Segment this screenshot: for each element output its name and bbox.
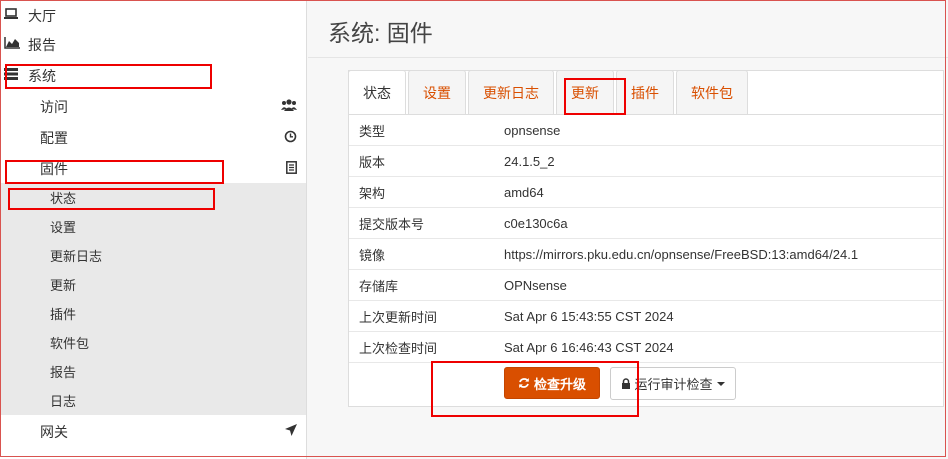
tab-plugins[interactable]: 插件 xyxy=(616,70,674,114)
sidebar-subitem-settings[interactable]: 设置 xyxy=(0,212,306,241)
sidebar-subitem-changelog-label: 更新日志 xyxy=(50,249,103,264)
run-audit-button[interactable]: 运行审计检查 xyxy=(610,367,736,400)
table-row: 上次检查时间 Sat Apr 6 16:46:43 CST 2024 xyxy=(349,331,943,363)
title-divider xyxy=(308,57,948,58)
row-value: c0e130c6a xyxy=(504,207,943,239)
row-value: 24.1.5_2 xyxy=(504,145,943,177)
lock-icon xyxy=(621,378,631,389)
sidebar-item-gateways-label: 网关 xyxy=(40,423,68,440)
sidebar-subitem-status[interactable]: 状态 xyxy=(0,183,306,212)
sidebar-item-firmware[interactable]: 固件 xyxy=(0,153,306,184)
sidebar-subitem-status-label: 状态 xyxy=(50,191,77,206)
row-key: 上次更新时间 xyxy=(349,300,504,332)
table-row: 类型 opnsense xyxy=(349,115,943,146)
row-key: 镜像 xyxy=(349,238,504,270)
firmware-tabs: 状态 设置 更新日志 更新 插件 软件包 xyxy=(348,70,750,115)
sidebar-item-access-label: 访问 xyxy=(40,98,68,115)
page-title: 系统: 固件 xyxy=(328,20,433,46)
nav-lobby-label: 大厅 xyxy=(28,7,56,24)
table-row: 版本 24.1.5_2 xyxy=(349,145,943,177)
row-value: Sat Apr 6 15:43:55 CST 2024 xyxy=(504,300,943,332)
refresh-icon xyxy=(518,377,530,389)
nav-reporting[interactable]: 报告 xyxy=(0,29,306,60)
tab-changelog[interactable]: 更新日志 xyxy=(468,70,554,114)
main-content: 系统: 固件 状态 设置 更新日志 更新 插件 软件包 类型 opnsense 版… xyxy=(308,0,948,459)
nav-system[interactable]: 系统 xyxy=(0,60,306,91)
run-audit-label: 运行审计检查 xyxy=(634,377,713,392)
tab-status[interactable]: 状态 xyxy=(348,70,406,115)
row-key: 上次检查时间 xyxy=(349,331,504,363)
sidebar-subitem-log-label: 日志 xyxy=(50,394,77,409)
status-table: 类型 opnsense 版本 24.1.5_2 架构 amd64 提交版本号 c0e13… xyxy=(349,115,943,363)
area-chart-icon xyxy=(4,37,22,52)
sidebar: 大厅 报告 系统 访问 配置 固件 状态 设置 更新日志 更新 插件 软件包 报 xyxy=(0,0,307,459)
sidebar-item-firmware-label: 固件 xyxy=(40,160,68,177)
row-key: 架构 xyxy=(349,176,504,208)
server-icon xyxy=(4,68,22,83)
table-row: 镜像 https://mirrors.pku.edu.cn/opnsense/Fr… xyxy=(349,238,943,270)
users-icon xyxy=(281,99,297,114)
laptop-icon xyxy=(4,8,22,23)
row-key: 类型 xyxy=(349,115,504,146)
sidebar-subitem-plugins-label: 插件 xyxy=(50,307,77,322)
tab-updates[interactable]: 更新 xyxy=(556,70,614,114)
nav-system-label: 系统 xyxy=(28,67,56,84)
nav-reporting-label: 报告 xyxy=(28,36,56,53)
sidebar-item-access[interactable]: 访问 xyxy=(0,91,306,122)
row-value: opnsense xyxy=(504,115,943,146)
tab-settings[interactable]: 设置 xyxy=(408,70,466,114)
tab-packages[interactable]: 软件包 xyxy=(676,70,748,114)
sidebar-subitem-reporting-label: 报告 xyxy=(50,365,77,380)
row-key: 存储库 xyxy=(349,269,504,301)
row-value: OPNsense xyxy=(504,269,943,301)
row-value: Sat Apr 6 16:46:43 CST 2024 xyxy=(504,331,943,363)
sidebar-subitem-changelog[interactable]: 更新日志 xyxy=(0,241,306,270)
row-key: 版本 xyxy=(349,145,504,177)
check-upgrade-button[interactable]: 检查升级 xyxy=(504,367,600,399)
row-value: https://mirrors.pku.edu.cn/opnsense/Free… xyxy=(504,238,943,270)
sidebar-subitem-packages-label: 软件包 xyxy=(50,336,90,351)
sidebar-subitem-plugins[interactable]: 插件 xyxy=(0,299,306,328)
sidebar-item-configuration-label: 配置 xyxy=(40,129,68,146)
sidebar-subitem-updates-label: 更新 xyxy=(50,278,77,293)
table-row: 上次更新时间 Sat Apr 6 15:43:55 CST 2024 xyxy=(349,300,943,332)
sidebar-subitem-settings-label: 设置 xyxy=(50,220,77,235)
table-row: 存储库 OPNsense xyxy=(349,269,943,301)
row-key: 提交版本号 xyxy=(349,207,504,239)
sidebar-subitem-packages[interactable]: 软件包 xyxy=(0,328,306,357)
sidebar-item-gateways[interactable]: 网关 xyxy=(0,416,306,447)
sidebar-subitem-updates[interactable]: 更新 xyxy=(0,270,306,299)
location-arrow-icon xyxy=(285,424,297,439)
table-row: 架构 amd64 xyxy=(349,176,943,208)
caret-down-icon xyxy=(716,381,725,386)
check-upgrade-label: 检查升级 xyxy=(533,376,586,392)
row-value: amd64 xyxy=(504,176,943,208)
sidebar-subitem-log[interactable]: 日志 xyxy=(0,386,306,415)
nav-lobby[interactable]: 大厅 xyxy=(0,0,306,31)
sidebar-subitem-reporting[interactable]: 报告 xyxy=(0,357,306,386)
document-icon xyxy=(286,160,297,177)
table-row: 提交版本号 c0e130c6a xyxy=(349,207,943,239)
history-icon xyxy=(284,130,297,146)
sidebar-item-configuration[interactable]: 配置 xyxy=(0,122,306,153)
